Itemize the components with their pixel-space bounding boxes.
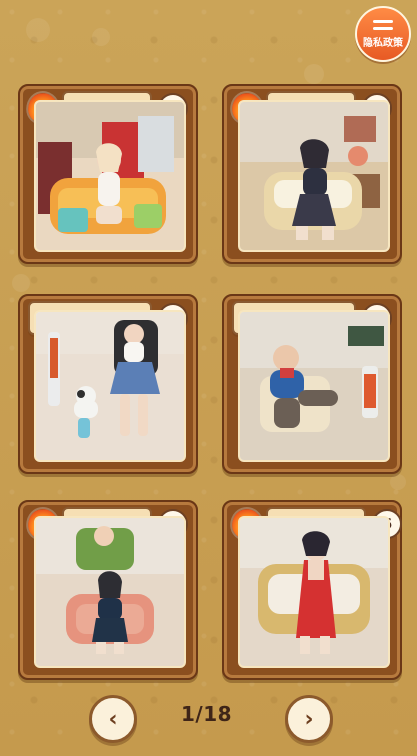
level-thumbnail	[238, 310, 390, 462]
level-thumbnail	[34, 310, 186, 462]
menu-icon	[373, 19, 393, 30]
chevron-left-icon: ‹	[108, 706, 118, 732]
level-thumbnail	[238, 516, 390, 668]
background-decoration	[304, 64, 324, 84]
page-indicator: 1/18	[181, 702, 233, 726]
background-decoration	[12, 274, 30, 292]
privacy-policy-button[interactable]: 隐私政策	[355, 6, 411, 62]
level-card-6[interactable]: 热 科目三穿搭 6	[222, 500, 403, 680]
level-card-4[interactable]: 空巢老人 4	[222, 294, 402, 474]
level-card-5[interactable]: 热 上班穿搭 5	[18, 500, 198, 680]
level-card-1[interactable]: 热 相亲穿搭 1	[18, 84, 198, 264]
previous-page-button[interactable]: ‹	[89, 695, 137, 743]
level-thumbnail	[238, 100, 390, 252]
background-decoration	[26, 18, 50, 42]
level-thumbnail	[34, 100, 186, 252]
level-thumbnail	[34, 516, 186, 668]
level-card-2[interactable]: 热 约会穿搭 2	[222, 84, 402, 264]
background-decoration	[92, 28, 110, 46]
level-card-3[interactable]: 过去与未来 3	[18, 294, 198, 474]
next-page-button[interactable]: ›	[285, 695, 333, 743]
chevron-right-icon: ›	[304, 706, 314, 732]
privacy-policy-label: 隐私政策	[363, 37, 403, 49]
background-decoration	[390, 474, 406, 490]
